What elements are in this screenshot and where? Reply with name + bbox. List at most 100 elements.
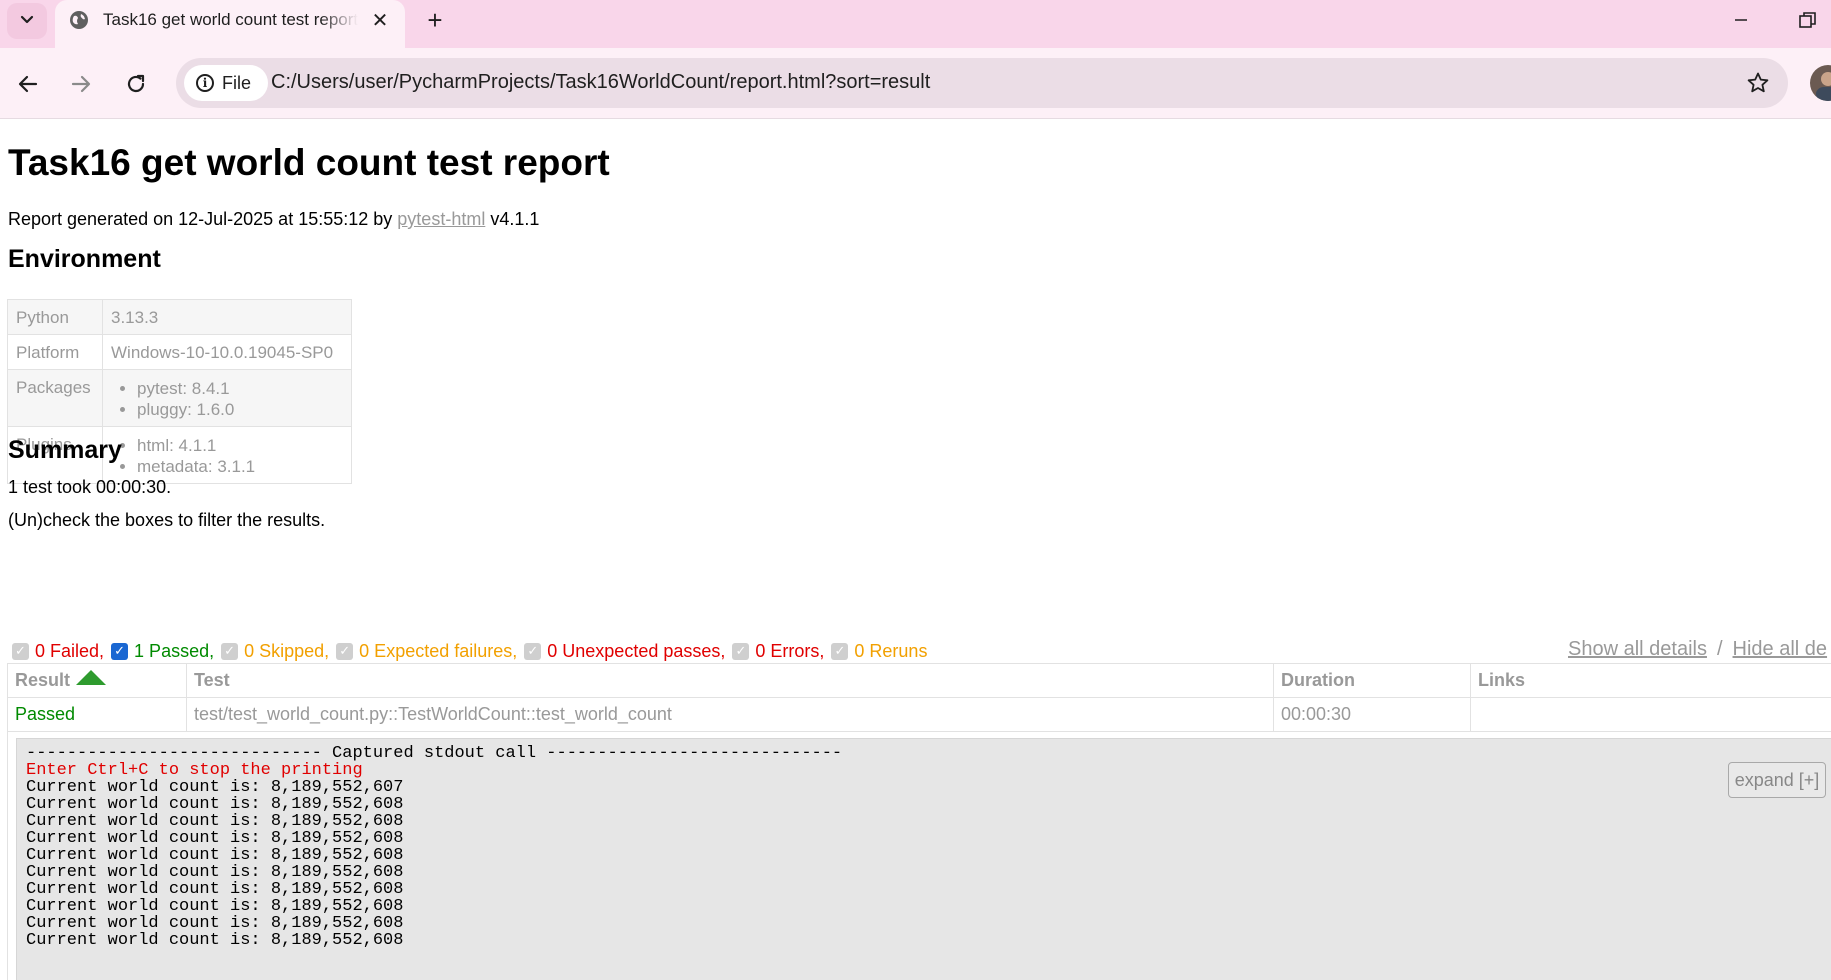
log-line: Current world count is: 8,189,552,608 — [26, 914, 404, 933]
filter-reruns[interactable]: ✓ 0 Reruns — [831, 641, 927, 662]
close-icon[interactable]: ✕ — [365, 5, 395, 35]
forward-arrow-icon[interactable] — [61, 64, 101, 104]
site-info-chip[interactable]: i File — [184, 65, 268, 101]
env-value: 3.13.3 — [102, 299, 352, 335]
log-line: Current world count is: 8,189,552,608 — [26, 846, 404, 865]
checkbox[interactable]: ✓ — [524, 642, 542, 660]
duration-cell: 00:00:30 — [1273, 697, 1471, 732]
separator: / — [1716, 638, 1723, 660]
list-item: html: 4.1.1 — [137, 435, 343, 456]
column-header-duration[interactable]: Duration — [1273, 663, 1471, 698]
generated-version: v4.1.1 — [490, 209, 540, 229]
result-filters: ✓ 0 Failed, ✓ 1 Passed, ✓ 0 Skipped, ✓ 0… — [12, 639, 934, 663]
plugins-list: html: 4.1.1 metadata: 3.1.1 — [111, 435, 343, 477]
profile-avatar[interactable] — [1810, 65, 1831, 101]
restore-icon[interactable] — [1796, 8, 1826, 32]
filter-failed[interactable]: ✓ 0 Failed, — [12, 641, 104, 662]
log-line: Current world count is: 8,189,552,608 — [26, 880, 404, 899]
filter-label: 0 Reruns — [854, 640, 928, 661]
filter-label: 0 Failed, — [35, 640, 105, 661]
checkbox[interactable]: ✓ — [732, 642, 750, 660]
pytest-html-link[interactable]: pytest-html — [397, 209, 485, 229]
filter-label: 0 Unexpected passes, — [547, 640, 726, 661]
log-error-line: Enter Ctrl+C to stop the printing — [26, 761, 363, 780]
env-row-packages: Packages pytest: 8.4.1 pluggy: 1.6.0 — [7, 369, 352, 427]
expand-log-button[interactable]: expand [+] — [1728, 762, 1826, 798]
env-key: Python — [7, 299, 103, 335]
tab-search-button[interactable] — [7, 3, 47, 39]
sort-ascending-icon — [76, 670, 107, 685]
list-item: pluggy: 1.6.0 — [137, 399, 343, 420]
filter-label: 1 Passed, — [134, 640, 215, 661]
env-value: Windows-10-10.0.19045-SP0 — [102, 334, 352, 370]
links-cell — [1470, 697, 1831, 732]
checkbox[interactable]: ✓ — [221, 642, 239, 660]
test-name-cell: test/test_world_count.py::TestWorldCount… — [186, 697, 1274, 732]
site-chip-label: File — [222, 72, 252, 93]
list-item: pytest: 8.4.1 — [137, 378, 343, 399]
report-page: Task16 get world count test report Repor… — [0, 119, 1831, 980]
log-line: Current world count is: 8,189,552,608 — [26, 897, 404, 916]
address-bar[interactable]: i File C:/Users/user/PycharmProjects/Tas… — [176, 58, 1788, 108]
checkbox[interactable]: ✓ — [831, 642, 849, 660]
checkbox[interactable]: ✓ — [12, 642, 29, 660]
log-line: Current world count is: 8,189,552,608 — [26, 829, 404, 848]
tab-title: Task16 get world count test report — [103, 10, 358, 29]
star-icon[interactable] — [1744, 69, 1772, 97]
column-header-result[interactable]: Result — [7, 663, 187, 698]
packages-list: pytest: 8.4.1 pluggy: 1.6.0 — [111, 378, 343, 420]
hide-all-details-link[interactable]: Hide all de — [1733, 638, 1828, 660]
filter-errors[interactable]: ✓ 0 Errors, — [732, 641, 824, 662]
reload-icon[interactable] — [116, 64, 156, 104]
active-tab[interactable]: Task16 get world count test report ✕ — [55, 0, 405, 48]
info-icon: i — [196, 74, 214, 92]
log-header: ----------------------------- Captured s… — [26, 744, 843, 763]
filter-expected-failures[interactable]: ✓ 0 Expected failures, — [336, 641, 517, 662]
column-header-links[interactable]: Links — [1470, 663, 1831, 698]
filter-hint: (Un)check the boxes to filter the result… — [8, 510, 326, 530]
browser-toolbar: i File C:/Users/user/PycharmProjects/Tas… — [0, 48, 1831, 119]
page-title: Task16 get world count test report — [8, 142, 610, 183]
log-line: Current world count is: 8,189,552,608 — [26, 863, 404, 882]
summary-duration: 1 test took 00:00:30. — [8, 477, 172, 497]
checkbox[interactable]: ✓ — [336, 642, 354, 660]
filter-passed[interactable]: ✓ 1 Passed, — [111, 641, 214, 662]
env-value: pytest: 8.4.1 pluggy: 1.6.0 — [102, 369, 352, 427]
filter-label: 0 Skipped, — [244, 640, 330, 661]
environment-heading: Environment — [8, 245, 161, 273]
back-arrow-icon[interactable] — [8, 64, 48, 104]
checkmark-icon[interactable]: ✓ — [111, 642, 129, 660]
result-cell: Passed — [7, 697, 187, 732]
results-header-row: Result Test Duration Links — [7, 663, 1831, 698]
list-item: metadata: 3.1.1 — [137, 456, 343, 477]
results-table: Result Test Duration Links Passed test/t… — [7, 663, 1831, 732]
filter-unexpected-passes[interactable]: ✓ 0 Unexpected passes, — [524, 641, 725, 662]
details-toggle-links: Show all details / Hide all de — [1568, 638, 1827, 661]
log-container: ----------------------------- Captured s… — [7, 730, 1831, 980]
log-line: Current world count is: 8,189,552,608 — [26, 931, 404, 950]
column-header-label: Result — [15, 670, 71, 690]
env-row-python: Python 3.13.3 — [7, 299, 352, 335]
url-text[interactable]: C:/Users/user/PycharmProjects/Task16Worl… — [271, 71, 930, 94]
globe-icon — [69, 10, 89, 30]
env-value: html: 4.1.1 metadata: 3.1.1 — [102, 426, 352, 484]
log-line: Current world count is: 8,189,552,608 — [26, 812, 404, 831]
table-row[interactable]: Passed test/test_world_count.py::TestWor… — [7, 697, 1831, 732]
filter-skipped[interactable]: ✓ 0 Skipped, — [221, 641, 329, 662]
generated-line: Report generated on 12-Jul-2025 at 15:55… — [8, 209, 539, 230]
minimize-icon[interactable] — [1726, 8, 1756, 32]
tab-search-chevron-icon — [19, 11, 35, 32]
filter-label: 0 Expected failures, — [359, 640, 518, 661]
captured-log: ----------------------------- Captured s… — [16, 738, 1831, 980]
plus-icon[interactable]: + — [418, 3, 452, 37]
tab-strip: Task16 get world count test report ✕ + — [0, 0, 1831, 48]
filter-label: 0 Errors, — [755, 640, 825, 661]
log-line: Current world count is: 8,189,552,607 — [26, 778, 404, 797]
env-key: Packages — [7, 369, 103, 427]
env-key: Platform — [7, 334, 103, 370]
column-header-test[interactable]: Test — [186, 663, 1274, 698]
show-all-details-link[interactable]: Show all details — [1568, 638, 1707, 660]
generated-prefix: Report generated on 12-Jul-2025 at 15:55… — [8, 209, 393, 229]
env-row-platform: Platform Windows-10-10.0.19045-SP0 — [7, 334, 352, 370]
log-line: Current world count is: 8,189,552,608 — [26, 795, 404, 814]
